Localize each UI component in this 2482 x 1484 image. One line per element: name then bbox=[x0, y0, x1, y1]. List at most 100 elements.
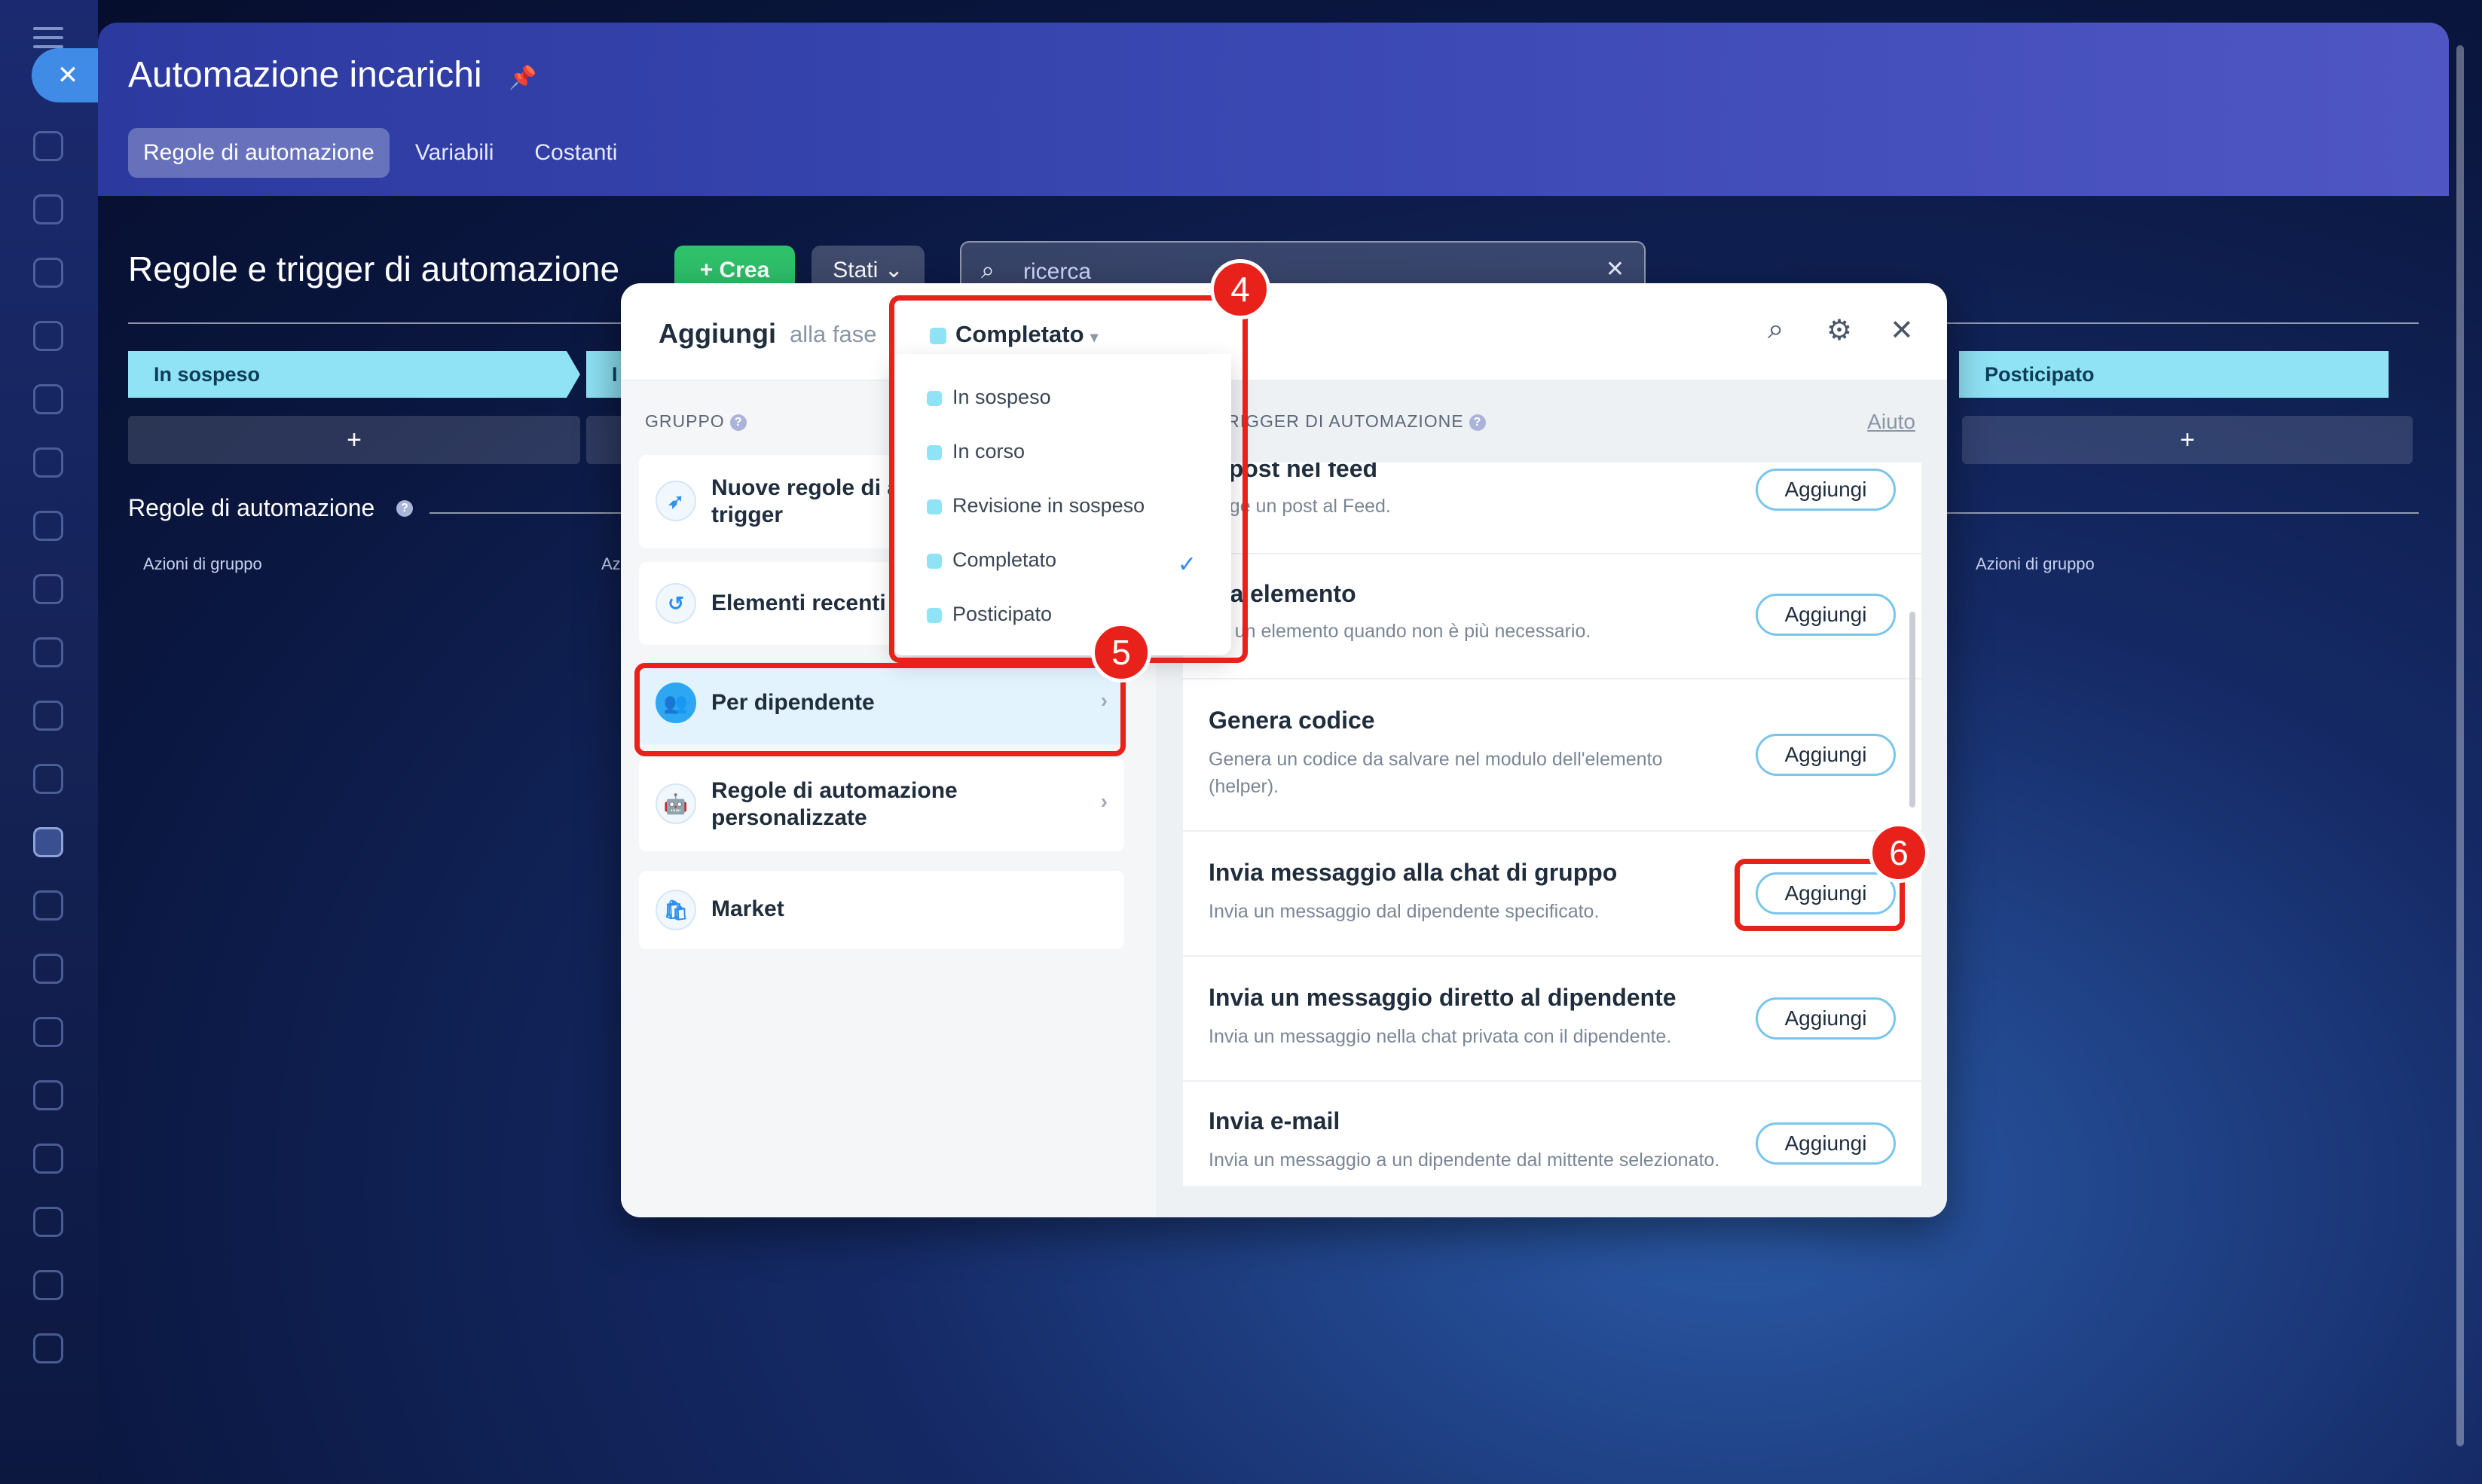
rail-icon-16[interactable] bbox=[33, 1080, 63, 1110]
rule-title: Invia un messaggio diretto al dipendente bbox=[1209, 984, 1677, 1011]
tab-constants[interactable]: Costanti bbox=[519, 128, 632, 178]
app-title: Automazione incarichi bbox=[128, 55, 482, 95]
chevron-down-icon: ⌄ bbox=[884, 258, 903, 282]
rule-title: Genera codice bbox=[1209, 707, 1375, 734]
help-icon[interactable]: ? bbox=[396, 500, 413, 517]
rail-icon-15[interactable] bbox=[33, 1017, 63, 1047]
rule-description: Genera un codice da salvare nel modulo d… bbox=[1209, 749, 1663, 797]
tab-bar: Regole di automazione Variabili Costanti bbox=[128, 128, 632, 178]
rail-icon-chat[interactable] bbox=[33, 194, 63, 224]
rail-icon-chart[interactable] bbox=[33, 1333, 63, 1363]
group-item-label: Market bbox=[711, 896, 784, 921]
add-button[interactable]: Aggiungi bbox=[1756, 594, 1896, 636]
modal-title: Aggiungi bbox=[659, 318, 776, 349]
rail-icon-calendar[interactable] bbox=[33, 447, 63, 478]
app-header: Automazione incarichi 📌 Regole di automa… bbox=[98, 23, 2449, 196]
group-actions-label: Azioni di gruppo bbox=[1976, 554, 2095, 573]
hamburger-menu-icon[interactable] bbox=[33, 27, 63, 50]
rail-icon-13[interactable] bbox=[33, 890, 63, 921]
add-button[interactable]: Aggiungi bbox=[1756, 1122, 1896, 1165]
rail-icon-3[interactable] bbox=[33, 258, 63, 288]
annotation-box-4 bbox=[889, 295, 1248, 663]
pin-icon[interactable]: 📌 bbox=[509, 65, 536, 91]
rail-icon-18[interactable] bbox=[33, 1207, 63, 1237]
help-link[interactable]: Aiuto bbox=[1867, 410, 1915, 434]
stage-column-header[interactable]: In sospeso bbox=[128, 351, 580, 398]
rule-description: Invia un messaggio dal dipendente specif… bbox=[1209, 901, 1600, 922]
list-item: Invia e-mail Invia un messaggio a un dip… bbox=[1183, 1082, 1921, 1186]
annotation-badge-4: 4 bbox=[1210, 259, 1270, 319]
group-item-custom-rules[interactable]: 🤖 Regole di automazione personalizzate › bbox=[639, 758, 1124, 851]
clear-icon[interactable]: ✕ bbox=[1606, 256, 1625, 282]
group-actions-label: Azioni di gruppo bbox=[143, 554, 262, 573]
scrollbar[interactable] bbox=[1909, 612, 1915, 808]
divider bbox=[429, 512, 625, 514]
stage-column-header[interactable]: Posticipato bbox=[1959, 351, 2389, 398]
left-rail: ✕ bbox=[0, 0, 104, 1484]
close-icon[interactable]: ✕ bbox=[32, 48, 104, 102]
rail-icon-1[interactable] bbox=[33, 131, 63, 161]
rail-icon-19[interactable] bbox=[33, 1270, 63, 1300]
rule-description: na un elemento quando non è più necessar… bbox=[1209, 621, 1591, 642]
group-actions-label: Az bbox=[601, 554, 621, 573]
add-button[interactable]: Aggiungi bbox=[1756, 734, 1896, 776]
rule-title: Invia e-mail bbox=[1209, 1107, 1340, 1134]
page-scrollbar[interactable] bbox=[2456, 45, 2464, 1446]
rail-icon-cart[interactable] bbox=[33, 1144, 63, 1174]
chevron-right-icon: › bbox=[1100, 789, 1108, 813]
group-item-label: Elementi recenti bbox=[711, 591, 886, 615]
rail-icon-4[interactable] bbox=[33, 321, 63, 351]
rule-title: Invia messaggio alla chat di gruppo bbox=[1209, 859, 1618, 886]
add-button[interactable]: Aggiungi bbox=[1756, 997, 1896, 1040]
rocket-icon: ➶ bbox=[656, 481, 696, 521]
rail-icon-8[interactable] bbox=[33, 574, 63, 604]
rail-icon-5[interactable] bbox=[33, 384, 63, 414]
help-icon[interactable]: ? bbox=[1469, 414, 1486, 431]
group-item-market[interactable]: 🛍 Market bbox=[639, 871, 1124, 949]
rail-icon-tasks[interactable] bbox=[33, 827, 63, 857]
group-header: GRUPPO ? bbox=[645, 411, 747, 432]
annotation-box-5 bbox=[634, 663, 1126, 756]
rule-description: Invia un messaggio a un dipendente dal m… bbox=[1209, 1150, 1720, 1171]
list-item: ina elemento na un elemento quando non è… bbox=[1183, 554, 1921, 679]
add-rule-button[interactable]: + bbox=[128, 416, 580, 464]
rail-icon-9[interactable] bbox=[33, 637, 63, 667]
list-item: a post nel feed unge un post al Feed. Ag… bbox=[1183, 463, 1921, 554]
group-item-label-line2: personalizzate bbox=[711, 805, 867, 830]
group-item-label: Nuove regole di a trigger bbox=[711, 475, 900, 529]
divider bbox=[1947, 512, 2419, 514]
list-item: Genera codice Genera un codice da salvar… bbox=[1183, 679, 1921, 832]
rule-description: unge un post al Feed. bbox=[1209, 496, 1391, 517]
states-label: Stati bbox=[833, 258, 879, 282]
close-icon[interactable]: ✕ bbox=[1890, 313, 1914, 347]
tab-automation-rules[interactable]: Regole di automazione bbox=[128, 128, 390, 178]
rule-description: Invia un messaggio nella chat privata co… bbox=[1209, 1026, 1672, 1047]
modal-header: Aggiungi alla fase Completato ▾ ⌕ ⚙ ✕ bbox=[621, 283, 1947, 381]
help-icon[interactable]: ? bbox=[730, 414, 747, 431]
add-button[interactable]: Aggiungi bbox=[1756, 469, 1896, 511]
search-icon: ⌕ bbox=[981, 256, 995, 283]
group-item-label: Regole di automazione personalizzate bbox=[711, 777, 958, 832]
list-item: Invia un messaggio diretto al dipendente… bbox=[1183, 957, 1921, 1082]
search-icon[interactable]: ⌕ bbox=[1768, 313, 1784, 346]
robot-icon: 🤖 bbox=[656, 783, 696, 824]
rules-pane: E E TRIGGER DI AUTOMAZIONE ? Aiuto a pos… bbox=[1156, 381, 1947, 1217]
modal-subtitle: alla fase bbox=[790, 321, 877, 347]
add-rule-button[interactable]: + bbox=[1962, 416, 2413, 464]
market-icon: 🛍 bbox=[656, 890, 696, 930]
section-title: Regole e trigger di automazione bbox=[128, 249, 620, 289]
filter-settings-icon[interactable]: ⚙ bbox=[1826, 313, 1852, 347]
rail-icon-14[interactable] bbox=[33, 954, 63, 984]
annotation-badge-6: 6 bbox=[1869, 823, 1929, 883]
rules-list: a post nel feed unge un post al Feed. Ag… bbox=[1183, 463, 1921, 1186]
group-item-label-line2: trigger bbox=[711, 502, 784, 527]
automation-rules-title: Regole di automazione bbox=[128, 494, 375, 521]
group-item-label-line1: Regole di automazione bbox=[711, 778, 958, 803]
tab-variables[interactable]: Variabili bbox=[400, 128, 509, 178]
rail-icon-document[interactable] bbox=[33, 511, 63, 541]
rail-icon-mail[interactable] bbox=[33, 701, 63, 731]
history-icon: ↺ bbox=[656, 583, 696, 624]
search-placeholder: ricerca bbox=[1023, 259, 1092, 284]
annotation-badge-5: 5 bbox=[1091, 622, 1151, 682]
rail-icon-users[interactable] bbox=[33, 764, 63, 794]
